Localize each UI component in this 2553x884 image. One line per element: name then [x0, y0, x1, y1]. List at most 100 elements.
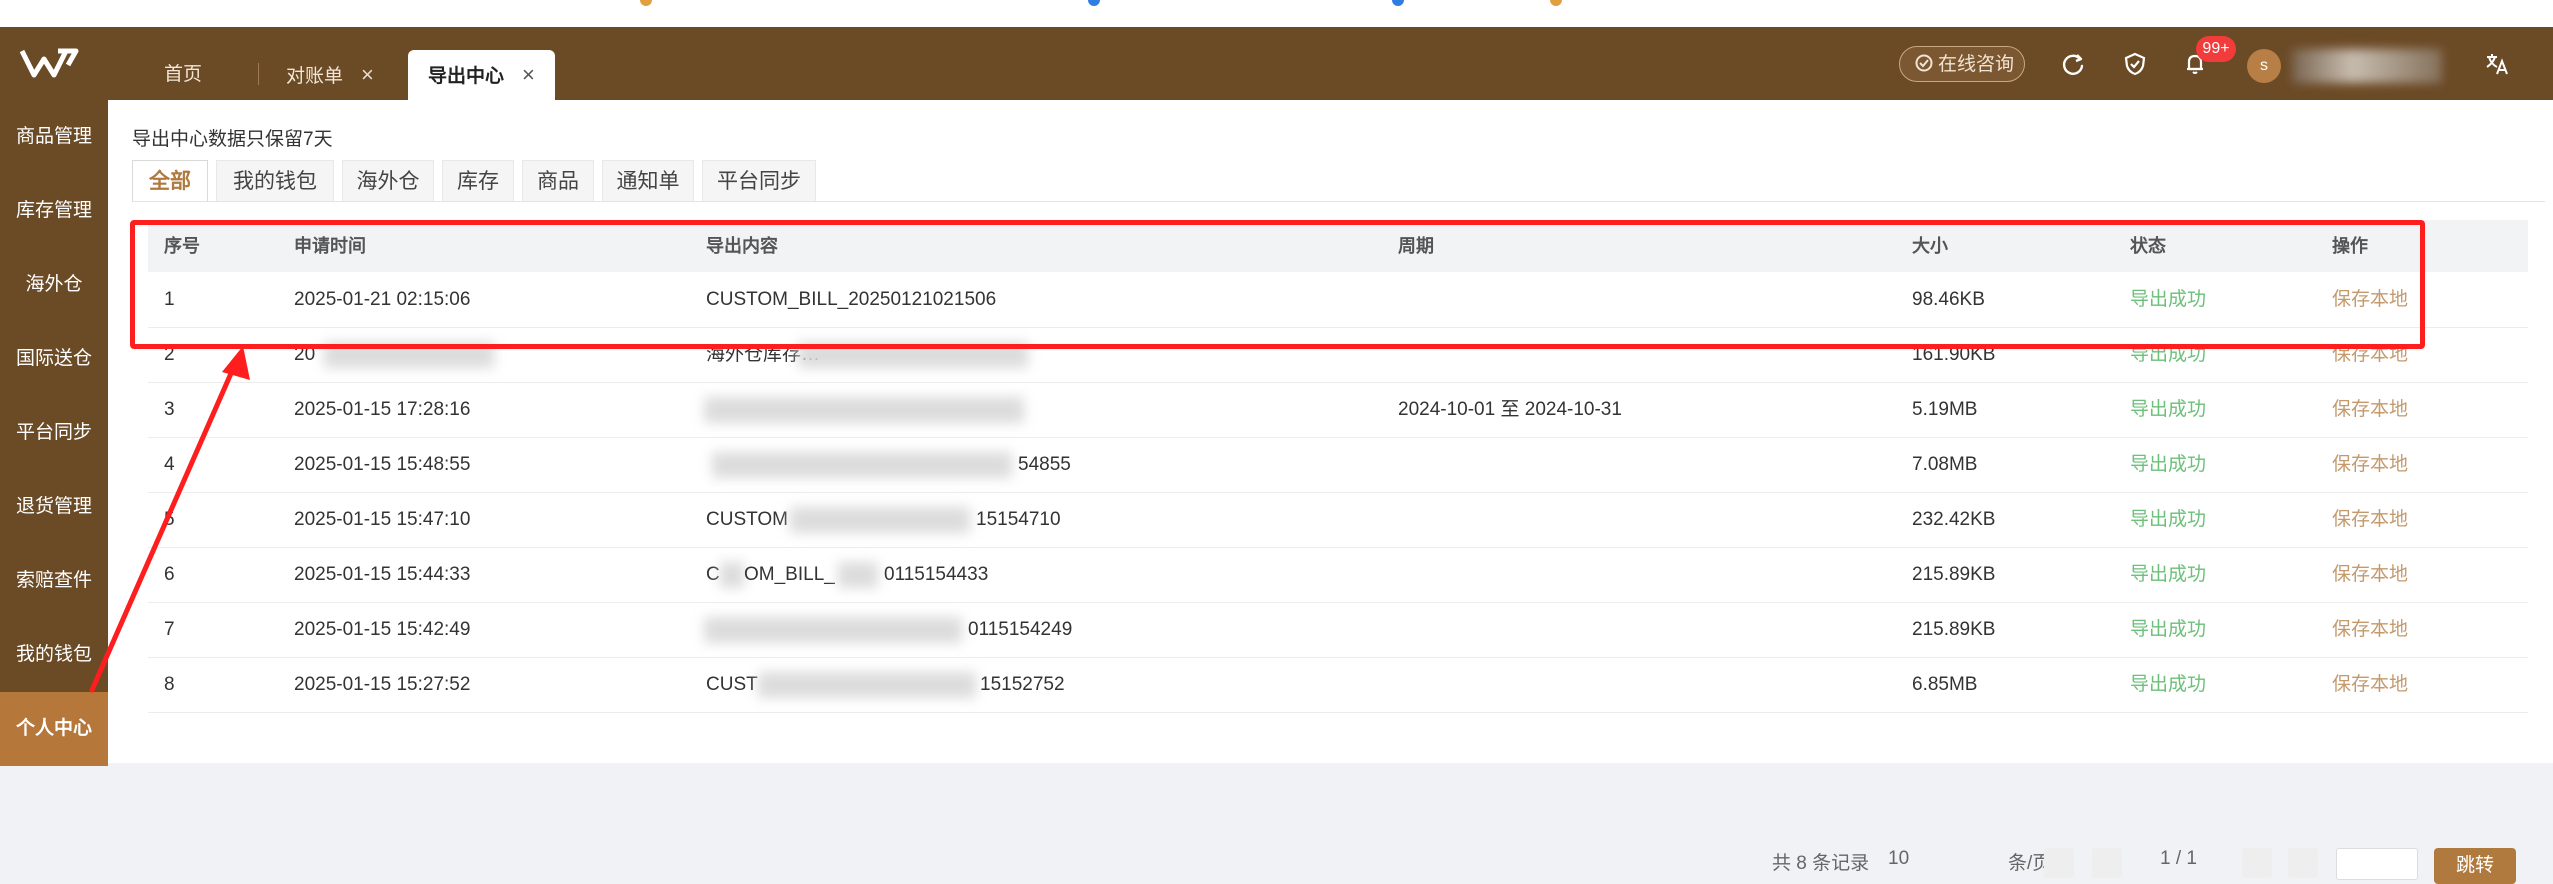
- browser-icon-fragment: [1550, 0, 1562, 6]
- online-consult-button[interactable]: 在线咨询: [1899, 46, 2025, 82]
- translate-icon[interactable]: [2482, 49, 2512, 79]
- cell-size: 5.19MB: [1912, 399, 1978, 420]
- browser-icon-fragment: [1088, 0, 1100, 6]
- last-page-button[interactable]: [2288, 848, 2318, 878]
- cell-size: 232.42KB: [1912, 509, 1996, 530]
- tab-export-center[interactable]: 导出中心 ×: [408, 50, 555, 100]
- cell-content-tail: 15152752: [980, 674, 1065, 695]
- pager-total: 共 8 条记录: [1772, 853, 1870, 874]
- sidebar-item-platform-sync[interactable]: 平台同步: [0, 396, 108, 470]
- table-row: 4 2025-01-15 15:48:55 54855 7.08MB 导出成功 …: [148, 437, 2528, 493]
- cell-period: 2024-10-01 至 2024-10-31: [1398, 399, 1622, 420]
- cell-content: 54855: [1018, 454, 1071, 475]
- redacted-text: [720, 562, 744, 588]
- sidebar-item-overseas-warehouse[interactable]: 海外仓: [0, 248, 108, 322]
- cell-no: 3: [164, 399, 175, 420]
- next-page-button[interactable]: [2242, 848, 2272, 878]
- tab-statement[interactable]: 对账单 ×: [286, 50, 374, 100]
- table-row: 8 2025-01-15 15:27:52 CUST 15152752 6.85…: [148, 657, 2528, 713]
- cell-size: 6.85MB: [1912, 674, 1978, 695]
- redacted-username: [2292, 49, 2442, 83]
- tab-home[interactable]: 首页: [164, 50, 202, 100]
- status-badge: 导出成功: [2130, 509, 2207, 530]
- redacted-text: [704, 397, 1024, 423]
- filter-tab-wallet[interactable]: 我的钱包: [216, 160, 334, 202]
- save-local-link[interactable]: 保存本地: [2332, 602, 2408, 657]
- prev-page-button[interactable]: [2092, 848, 2122, 878]
- sidebar-item-international-delivery[interactable]: 国际送仓: [0, 322, 108, 396]
- shield-icon[interactable]: [2120, 49, 2150, 79]
- filter-tab-overseas-warehouse[interactable]: 海外仓: [342, 160, 434, 202]
- logo-icon[interactable]: [18, 45, 90, 83]
- cell-size: 215.89KB: [1912, 564, 1996, 585]
- cell-time: 2025-01-15 15:42:49: [294, 619, 471, 640]
- filter-tab-products[interactable]: 商品: [522, 160, 594, 202]
- cell-no: 8: [164, 674, 175, 695]
- page-jump-input[interactable]: [2336, 848, 2418, 880]
- save-local-link[interactable]: 保存本地: [2332, 492, 2408, 547]
- cell-size: 215.89KB: [1912, 619, 1996, 640]
- table-row: 3 2025-01-15 17:28:16 2024-10-01 至 2024-…: [148, 382, 2528, 438]
- jump-button[interactable]: 跳转: [2434, 848, 2516, 884]
- notification-badge: 99+: [2196, 36, 2236, 62]
- cell-content-tail: 15154710: [976, 509, 1061, 530]
- sidebar-item-personal-center[interactable]: 个人中心: [0, 692, 108, 766]
- consult-label: 在线咨询: [1938, 54, 2015, 75]
- refresh-icon[interactable]: [2058, 49, 2088, 79]
- chat-icon: [1915, 54, 1933, 72]
- redacted-text: [704, 617, 962, 643]
- first-page-button[interactable]: [2044, 848, 2074, 878]
- cell-no: 6: [164, 564, 175, 585]
- close-icon[interactable]: ×: [522, 62, 535, 87]
- sidebar-item-products[interactable]: 商品管理: [0, 100, 108, 174]
- filter-tab-inventory[interactable]: 库存: [442, 160, 514, 202]
- tabs-divider: [132, 201, 2545, 202]
- cell-time: 2025-01-15 15:48:55: [294, 454, 471, 475]
- redacted-text: [758, 672, 976, 698]
- save-local-link[interactable]: 保存本地: [2332, 437, 2408, 492]
- filter-tab-all[interactable]: 全部: [132, 160, 208, 202]
- cell-time: 2025-01-15 15:27:52: [294, 674, 471, 695]
- redacted-text: [838, 562, 878, 588]
- tab-label: 对账单: [286, 66, 344, 87]
- cell-time: 2025-01-15 15:47:10: [294, 509, 471, 530]
- avatar[interactable]: s: [2247, 49, 2281, 83]
- table-row: 7 2025-01-15 15:42:49 0115154249 215.89K…: [148, 602, 2528, 658]
- cell-content: CUSTOM: [706, 509, 788, 530]
- page-indicator: 1 / 1: [2160, 848, 2197, 869]
- status-badge: 导出成功: [2130, 454, 2207, 475]
- cell-time: 2025-01-15 17:28:16: [294, 399, 471, 420]
- cell-content-tail: 0115154433: [884, 564, 989, 585]
- save-local-link[interactable]: 保存本地: [2332, 382, 2408, 437]
- highlight-annotation-box: [130, 220, 2425, 349]
- cell-no: 4: [164, 454, 175, 475]
- cell-content: CUST: [706, 674, 758, 695]
- sidebar-item-wallet[interactable]: 我的钱包: [0, 618, 108, 692]
- table-row: 6 2025-01-15 15:44:33 C OM_BILL_ 0115154…: [148, 547, 2528, 603]
- save-local-link[interactable]: 保存本地: [2332, 657, 2408, 712]
- sidebar-item-returns[interactable]: 退货管理: [0, 470, 108, 544]
- redacted-text: [790, 507, 970, 533]
- per-page-select[interactable]: 10: [1888, 848, 1909, 870]
- tab-label: 首页: [164, 64, 203, 85]
- cell-content-tail: 0115154249: [968, 619, 1073, 640]
- main-content: 导出中心数据只保留7天 全部 我的钱包 海外仓 库存 商品 通知单 平台同步 序…: [108, 100, 2553, 884]
- sidebar-item-inventory[interactable]: 库存管理: [0, 174, 108, 248]
- sidebar-item-claims[interactable]: 索赔查件: [0, 544, 108, 618]
- redacted-text: [712, 452, 1012, 478]
- close-icon[interactable]: ×: [361, 62, 374, 87]
- filter-tab-notices[interactable]: 通知单: [602, 160, 694, 202]
- filter-tab-platform-sync[interactable]: 平台同步: [702, 160, 816, 202]
- browser-strip: [0, 0, 2553, 27]
- cell-content: C: [706, 564, 720, 585]
- save-local-link[interactable]: 保存本地: [2332, 547, 2408, 602]
- status-badge: 导出成功: [2130, 619, 2207, 640]
- browser-icon-fragment: [640, 0, 652, 6]
- retention-notice: 导出中心数据只保留7天: [132, 129, 333, 150]
- cell-no: 5: [164, 509, 175, 530]
- cell-no: 7: [164, 619, 175, 640]
- browser-icon-fragment: [1392, 0, 1404, 6]
- tab-label: 导出中心: [428, 66, 505, 87]
- status-badge: 导出成功: [2130, 564, 2207, 585]
- top-header: 首页 对账单 × 导出中心 × 在线咨询 99+ s: [0, 27, 2553, 100]
